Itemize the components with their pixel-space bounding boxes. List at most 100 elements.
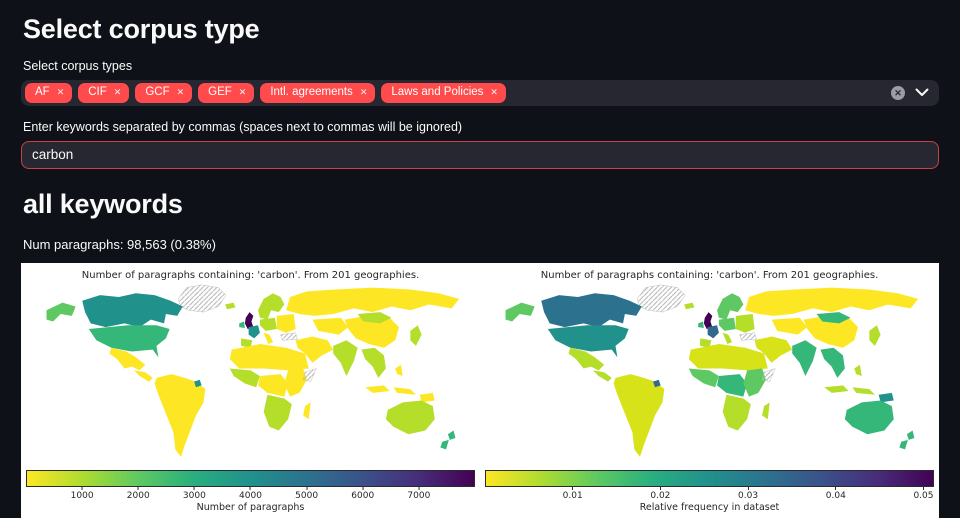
region-russia	[286, 287, 460, 316]
corpus-tag[interactable]: Intl. agreements ✕	[260, 83, 376, 103]
choropleth-map-paragraph-count	[46, 284, 460, 457]
region-africa-west	[229, 367, 260, 387]
region-somalia	[302, 367, 317, 382]
colorbar-tick: 0.05	[913, 486, 933, 501]
corpus-tag-label: Laws and Policies	[391, 86, 484, 98]
colorbar-tick: 0.03	[738, 486, 758, 501]
corpus-multiselect[interactable]: AF ✕ CIF ✕ GCF ✕ GEF ✕ Intl. agreements ✕ Laws and…	[21, 80, 939, 106]
corpus-tag[interactable]: GCF ✕	[135, 83, 193, 103]
fig-title-right: Number of paragraphs containing: 'carbon…	[540, 269, 879, 281]
region-japan	[869, 324, 881, 346]
selected-tags: AF ✕ CIF ✕ GCF ✕ GEF ✕ Intl. agreements ✕ Laws and…	[25, 83, 891, 103]
corpus-tag[interactable]: AF ✕	[25, 83, 73, 103]
region-usa	[547, 324, 629, 357]
keywords-label: Enter keywords separated by commas (spac…	[23, 119, 463, 134]
region-africa-north	[688, 343, 768, 370]
corpus-tag[interactable]: CIF ✕	[78, 83, 130, 103]
region-mexico	[109, 347, 146, 370]
region-alaska	[46, 302, 76, 321]
region-philippines	[854, 364, 862, 376]
region-greenland	[177, 284, 227, 312]
region-africa-south	[263, 394, 292, 431]
corpus-tag-label: CIF	[88, 86, 107, 98]
region-new-zealand	[899, 430, 915, 449]
region-france	[707, 324, 719, 338]
colorbar-label-right: Relative frequency in dataset	[639, 501, 780, 513]
region-madagascar	[762, 401, 770, 419]
region-australia	[385, 399, 435, 434]
region-russia	[745, 287, 919, 316]
tag-remove-icon[interactable]: ✕	[114, 88, 122, 97]
colorbar-tick: 2000	[127, 486, 150, 501]
region-iceland	[225, 302, 236, 309]
region-africa-south	[722, 394, 751, 431]
figure-paragraph-count: Number of paragraphs containing: 'carbon…	[21, 263, 480, 518]
region-iceland	[684, 302, 695, 309]
colorbar-tick: 5000	[295, 486, 318, 501]
tag-remove-icon[interactable]: ✕	[177, 88, 185, 97]
region-italy	[263, 332, 274, 344]
corpus-tag-label: Intl. agreements	[270, 86, 353, 98]
colorbar-ticks-left: 1000 2000 3000 4000 5000 6000 7000	[26, 486, 475, 502]
region-africa-north	[229, 343, 309, 370]
tag-remove-icon[interactable]: ✕	[490, 88, 498, 97]
region-se-asia	[820, 347, 845, 378]
region-kazakhstan	[771, 317, 808, 335]
region-philippines	[395, 364, 403, 376]
region-somalia	[761, 367, 776, 382]
colorbar-right: 0.01 0.02 0.03 0.04 0.05 Relative frequency …	[485, 469, 934, 513]
corpus-tag-label: GCF	[145, 86, 170, 98]
tag-remove-icon[interactable]: ✕	[360, 88, 368, 97]
chevron-down-icon[interactable]	[915, 88, 929, 97]
corpus-tag[interactable]: GEF ✕	[198, 83, 255, 103]
tag-remove-icon[interactable]: ✕	[57, 88, 65, 97]
figure-relative-frequency: Number of paragraphs containing: 'carbon…	[480, 263, 939, 518]
region-africa-central	[258, 373, 289, 397]
region-central-europe	[259, 317, 277, 331]
colorbar-tick: 1000	[71, 486, 94, 501]
colorbar-gradient-right	[485, 469, 934, 487]
region-east-europe	[276, 313, 296, 333]
tag-remove-icon[interactable]: ✕	[239, 88, 247, 97]
results-panel: Number of paragraphs containing: 'carbon…	[21, 262, 939, 518]
colorbar-label-left: Number of paragraphs	[196, 501, 305, 513]
region-indonesia-1	[365, 384, 390, 393]
colorbar-tick: 0.01	[563, 486, 583, 501]
region-mexico	[568, 347, 605, 370]
colorbar-tick: 6000	[351, 486, 374, 501]
region-usa	[88, 324, 170, 357]
region-france	[248, 324, 260, 338]
region-turkey	[739, 332, 757, 341]
region-indonesia-1	[824, 384, 849, 393]
colorbar-gradient-left	[26, 469, 475, 487]
region-africa-west	[688, 367, 719, 387]
region-alaska	[505, 302, 535, 321]
corpus-tag[interactable]: Laws and Policies ✕	[381, 83, 506, 103]
keywords-input[interactable]	[21, 140, 939, 169]
corpus-select-label: Select corpus types	[23, 59, 133, 73]
corpus-tag-label: AF	[35, 86, 50, 98]
region-africa-east	[284, 367, 307, 397]
section-heading: all keywords	[23, 188, 183, 219]
region-italy	[722, 332, 733, 344]
region-east-europe	[735, 313, 755, 333]
region-indonesia-2	[852, 386, 875, 395]
region-india	[333, 339, 358, 376]
colorbar-tick: 4000	[239, 486, 262, 501]
page-title: Select corpus type	[23, 14, 260, 44]
region-africa-central	[717, 373, 748, 397]
region-africa-east	[743, 367, 766, 397]
region-ireland	[698, 320, 704, 328]
stats-text: Num paragraphs: 98,563 (0.38%)	[23, 236, 216, 252]
region-se-asia	[361, 347, 386, 378]
region-madagascar	[303, 401, 311, 419]
region-australia	[844, 399, 894, 434]
region-japan	[410, 324, 422, 346]
region-kazakhstan	[312, 317, 349, 335]
multiselect-controls: ✕	[891, 85, 929, 100]
region-ireland	[239, 320, 245, 328]
fig-title-left: Number of paragraphs containing: 'carbon…	[81, 269, 420, 281]
clear-all-icon[interactable]: ✕	[891, 85, 905, 100]
region-central-europe	[718, 317, 736, 331]
region-greenland	[636, 284, 686, 312]
